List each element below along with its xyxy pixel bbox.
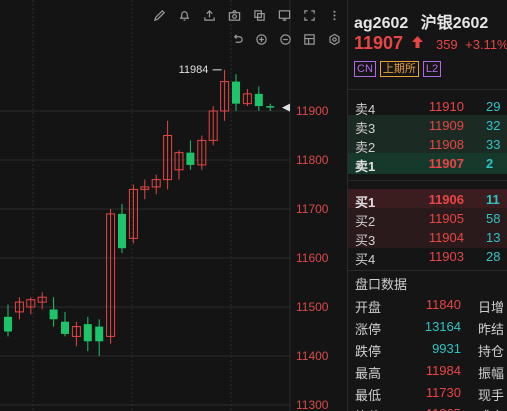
- candle-body: [83, 324, 92, 342]
- candle-body: [254, 93, 263, 107]
- y-tick-label: 11900: [296, 104, 329, 118]
- contract-name: 沪银2602: [420, 15, 489, 32]
- monitor-icon[interactable]: [275, 6, 293, 24]
- stat-row-open: 开盘 11840 日增: [355, 297, 505, 315]
- chart-toolbar-top: [150, 6, 347, 24]
- stats-separator: [348, 270, 507, 271]
- ask-row-1[interactable]: 卖1 11907 2: [348, 153, 507, 174]
- candle-body: [4, 316, 12, 332]
- y-tick-label: 11500: [296, 300, 329, 314]
- pencil-icon[interactable]: [150, 6, 168, 24]
- chart-toolbar-second: [228, 30, 347, 48]
- quote-panel: ag2602 沪银2602 11907 359 +3.11% CN 上期所 L2…: [348, 0, 507, 411]
- candle-body: [95, 326, 104, 342]
- book-separator: [348, 180, 507, 181]
- candle-body: [49, 309, 58, 320]
- price-line: 11907 359 +3.11%: [354, 33, 507, 54]
- candlestick-chart[interactable]: 11900 11800 11700 11600 11500 11400 11300 11984: [0, 0, 347, 411]
- copy-icon[interactable]: [250, 6, 268, 24]
- y-tick-label: 11400: [296, 349, 329, 363]
- high-marker-label: 11984: [179, 64, 209, 76]
- more-vertical-icon[interactable]: [325, 6, 343, 24]
- candle-body: [186, 152, 195, 165]
- bid-row-4[interactable]: 买4 11903 28: [348, 246, 507, 267]
- bid-row-2[interactable]: 买2 11905 58: [348, 208, 507, 229]
- share-icon[interactable]: [200, 6, 218, 24]
- candle-body: [61, 321, 69, 334]
- y-tick-label: 11600: [296, 251, 329, 265]
- price-change-pct: +3.11%: [465, 37, 507, 52]
- expand-icon[interactable]: [300, 6, 318, 24]
- stat-row-limit-up: 涨停 13164 昨结: [355, 319, 505, 337]
- ask-row-4[interactable]: 卖4 11910 29: [348, 96, 507, 117]
- zoom-out-icon[interactable]: [277, 30, 295, 48]
- layout-icon[interactable]: [301, 30, 319, 48]
- current-price-pointer: [282, 103, 290, 112]
- camera-icon[interactable]: [225, 6, 243, 24]
- candle-body: [232, 81, 240, 104]
- ask-row-2[interactable]: 卖2 11908 33: [348, 134, 507, 155]
- tag-market: CN: [354, 61, 376, 77]
- stat-row-avg: 均价 11865 成交: [348, 403, 507, 411]
- bell-icon[interactable]: [175, 6, 193, 24]
- settings-icon[interactable]: [325, 30, 343, 48]
- stat-row-low: 最低 11730 现手: [355, 385, 505, 403]
- candle-body: [118, 213, 126, 249]
- bid-row-1[interactable]: 买1 11906 11: [348, 189, 507, 210]
- y-tick-label: 11700: [296, 202, 329, 216]
- stat-row-high: 最高 11984 振幅: [355, 363, 505, 381]
- section-separator: [348, 89, 507, 90]
- y-tick-label: 11800: [296, 153, 329, 167]
- tag-level: L2: [422, 61, 442, 77]
- zoom-in-icon[interactable]: [252, 30, 270, 48]
- last-price: 11907: [354, 33, 404, 53]
- bid-row-3[interactable]: 买3 11904 13: [348, 227, 507, 248]
- chart-panel[interactable]: 11900 11800 11700 11600 11500 11400 11300 11984: [0, 0, 347, 411]
- quote-header: ag2602 沪银2602: [354, 9, 488, 33]
- contract-code: ag2602: [354, 15, 409, 32]
- price-change: 359: [435, 37, 458, 52]
- stats-title: 盘口数据: [355, 277, 408, 292]
- y-tick-label: 11300: [296, 398, 329, 411]
- arrow-up-icon: [411, 35, 423, 53]
- undo-icon[interactable]: [228, 30, 246, 48]
- candle-body: [266, 106, 275, 108]
- ask-row-3[interactable]: 卖3 11909 32: [348, 115, 507, 136]
- tag-row: CN 上期所 L2: [354, 61, 442, 77]
- stat-row-limit-down: 跌停 9931 持仓: [355, 341, 505, 359]
- tag-exchange: 上期所: [379, 61, 419, 77]
